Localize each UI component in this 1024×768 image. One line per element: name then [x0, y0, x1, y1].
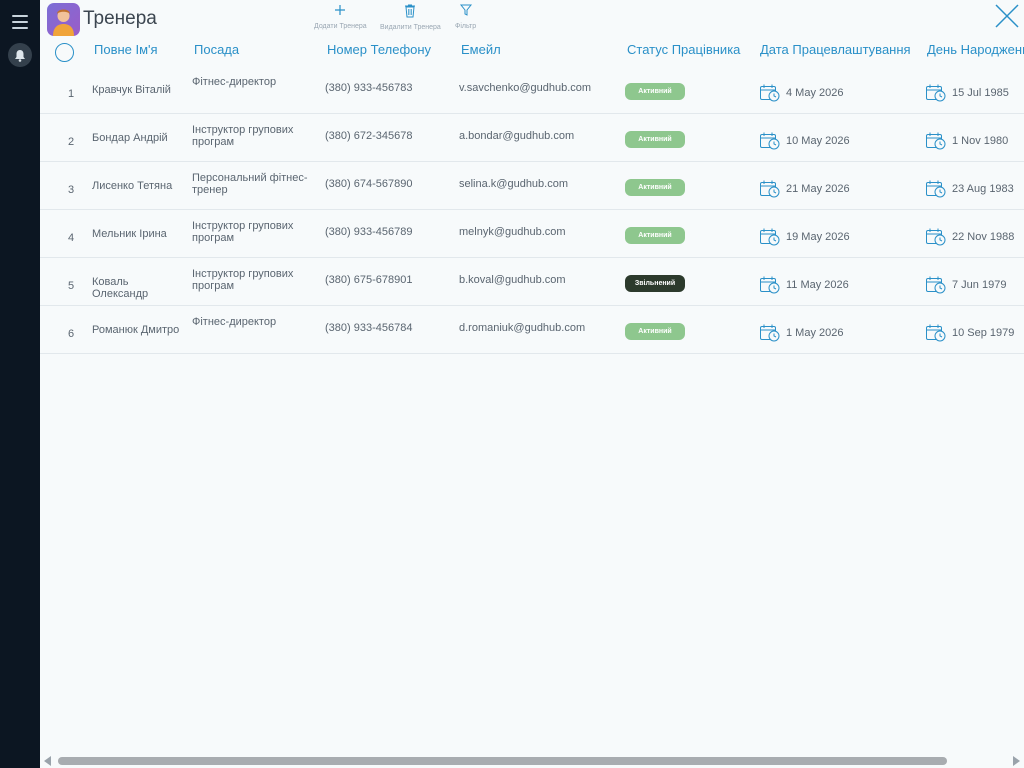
filter-button[interactable]: Фільтр: [455, 3, 476, 30]
calendar-clock-icon: [925, 227, 947, 247]
trainer-avatar-icon: [47, 3, 80, 36]
calendar-clock-icon: [925, 323, 947, 343]
trash-icon: [405, 4, 416, 18]
hamburger-menu-icon[interactable]: [12, 15, 28, 29]
position-cell: Персональний фітнес-тренер: [192, 172, 308, 196]
position-cell: Інструктор групових програм: [192, 268, 294, 292]
filter-label: Фільтр: [455, 23, 477, 30]
column-header-status[interactable]: Статус Працівника: [627, 42, 740, 57]
phone-cell: (380) 674-567890: [325, 178, 413, 190]
status-badge[interactable]: Активний: [625, 131, 685, 148]
calendar-clock-icon: [759, 179, 781, 199]
row-number: 5: [67, 280, 75, 292]
calendar-clock-icon: [925, 131, 947, 151]
calendar-clock-icon: [759, 227, 781, 247]
full-name-cell: Мельник Ірина: [92, 228, 167, 240]
phone-cell: (380) 933-456783: [325, 82, 413, 94]
add-trainer-button[interactable]: Додати Тренера: [314, 3, 367, 30]
hire-date-cell: 19 May 2026: [786, 231, 850, 243]
birthday-cell: 7 Jun 1979: [952, 279, 1007, 291]
email-cell: v.savchenko@gudhub.com: [459, 82, 592, 94]
column-header-full-name[interactable]: Повне Ім'я: [94, 42, 158, 57]
position-cell: Інструктор групових програм: [192, 124, 294, 148]
birthday-cell: 1 Nov 1980: [952, 135, 1009, 147]
column-header-position[interactable]: Посада: [194, 42, 239, 57]
position-cell: Фітнес-директор: [192, 316, 277, 328]
phone-cell: (380) 933-456784: [325, 322, 413, 334]
page-title: Тренера: [83, 8, 157, 29]
filter-icon: [459, 4, 472, 16]
scrollbar-thumb[interactable]: [58, 757, 947, 765]
hire-date-cell: 4 May 2026: [786, 87, 844, 99]
table-row[interactable]: 1 Кравчук Віталій Фітнес-директор (380) …: [40, 66, 1024, 114]
calendar-clock-icon: [759, 275, 781, 295]
calendar-clock-icon: [759, 131, 781, 151]
table-row[interactable]: 3 Лисенко Тетяна Персональний фітнес-тре…: [40, 162, 1024, 210]
position-cell: Фітнес-директор: [192, 76, 277, 88]
hire-date-cell: 1 May 2026: [786, 327, 844, 339]
main-area: Тренера Додати Тренера Видалити Тренера …: [40, 0, 1024, 768]
birthday-cell: 15 Jul 1985: [952, 87, 1009, 99]
column-header-email[interactable]: Емейл: [461, 42, 501, 57]
full-name-cell: Лисенко Тетяна: [92, 180, 173, 192]
table-row[interactable]: 4 Мельник Ірина Інструктор групових прог…: [40, 210, 1024, 258]
email-cell: d.romaniuk@gudhub.com: [459, 322, 586, 334]
phone-cell: (380) 672-345678: [325, 130, 413, 142]
status-badge[interactable]: Активний: [625, 323, 685, 340]
select-all-checkbox[interactable]: [55, 43, 74, 62]
scroll-left-arrow-icon[interactable]: [44, 756, 51, 766]
row-number: 2: [67, 136, 75, 148]
birthday-cell: 10 Sep 1979: [952, 327, 1015, 339]
delete-trainer-button[interactable]: Видалити Тренера: [380, 3, 441, 31]
email-cell: b.koval@gudhub.com: [459, 274, 566, 286]
table-row[interactable]: 6 Романюк Дмитро Фітнес-директор (380) 9…: [40, 306, 1024, 354]
row-number: 1: [67, 88, 75, 100]
full-name-cell: Бондар Андрій: [92, 132, 168, 144]
sidebar: [0, 0, 40, 768]
hire-date-cell: 10 May 2026: [786, 135, 850, 147]
full-name-cell: Кравчук Віталій: [92, 84, 171, 96]
calendar-clock-icon: [925, 275, 947, 295]
horizontal-scrollbar[interactable]: [40, 753, 1024, 768]
full-name-cell: Коваль Олександр: [92, 276, 149, 300]
scroll-right-arrow-icon[interactable]: [1013, 756, 1020, 766]
row-number: 6: [67, 328, 75, 340]
hire-date-cell: 11 May 2026: [786, 279, 849, 291]
calendar-clock-icon: [759, 83, 781, 103]
row-number: 4: [67, 232, 75, 244]
hire-date-cell: 21 May 2026: [786, 183, 850, 195]
plus-icon: [335, 5, 346, 15]
table-header: Повне Ім'я Посада Номер Телефону Емейл С…: [40, 36, 1024, 66]
full-name-cell: Романюк Дмитро: [92, 324, 180, 336]
column-header-birthday[interactable]: День Народження: [927, 42, 1024, 57]
position-cell: Інструктор групових програм: [192, 220, 294, 244]
close-icon[interactable]: [994, 3, 1020, 29]
birthday-cell: 22 Nov 1988: [952, 231, 1015, 243]
phone-cell: (380) 933-456789: [325, 226, 413, 238]
table-row[interactable]: 5 Коваль Олександр Інструктор групових п…: [40, 258, 1024, 306]
row-number: 3: [67, 184, 75, 196]
column-header-hire-date[interactable]: Дата Працевлаштування: [760, 42, 911, 57]
delete-trainer-label: Видалити Тренера: [380, 24, 441, 31]
bell-icon[interactable]: [8, 43, 32, 67]
email-cell: selina.k@gudhub.com: [459, 178, 569, 190]
calendar-clock-icon: [925, 83, 947, 103]
status-badge[interactable]: Звільнений: [625, 275, 685, 292]
phone-cell: (380) 675-678901: [325, 274, 413, 286]
status-badge[interactable]: Активний: [625, 83, 685, 100]
email-cell: melnyk@gudhub.com: [459, 226, 566, 238]
birthday-cell: 23 Aug 1983: [952, 183, 1014, 195]
table-body: 1 Кравчук Віталій Фітнес-директор (380) …: [40, 66, 1024, 354]
add-trainer-label: Додати Тренера: [314, 23, 367, 30]
status-badge[interactable]: Активний: [625, 227, 685, 244]
calendar-clock-icon: [759, 323, 781, 343]
calendar-clock-icon: [925, 179, 947, 199]
email-cell: a.bondar@gudhub.com: [459, 130, 575, 142]
table-row[interactable]: 2 Бондар Андрій Інструктор групових прог…: [40, 114, 1024, 162]
column-header-phone[interactable]: Номер Телефону: [327, 42, 431, 57]
status-badge[interactable]: Активний: [625, 179, 685, 196]
